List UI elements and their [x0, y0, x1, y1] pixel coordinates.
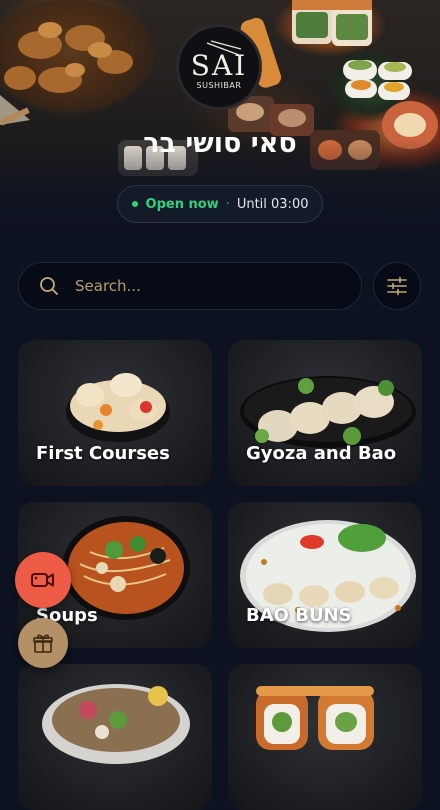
category-label: First Courses	[36, 443, 170, 464]
category-label: Gyoza and Bao	[246, 443, 397, 464]
category-card-bao-buns[interactable]: BAO BUNS	[228, 502, 422, 648]
restaurant-name: סאי סושי בר	[143, 128, 297, 159]
search-input[interactable]	[73, 276, 327, 296]
search-icon	[40, 277, 58, 295]
open-status-dot	[131, 201, 138, 207]
restaurant-logo: SAI SUSHIBAR	[176, 24, 262, 110]
bao-buns-photo	[240, 520, 416, 632]
opening-status-pill: Open now · Until 03:00	[117, 185, 323, 223]
logo-subtitle: SUSHIBAR	[196, 81, 242, 90]
gift-button[interactable]	[18, 618, 68, 668]
gift-icon	[33, 634, 53, 653]
opening-hours: Until 03:00	[236, 196, 309, 212]
status-separator: ·	[225, 196, 230, 212]
category-label: BAO BUNS	[246, 605, 352, 626]
chopsticks-icon	[206, 40, 242, 56]
video-camera-icon	[31, 573, 54, 587]
gyoza-photo	[240, 376, 416, 448]
category-card[interactable]	[18, 664, 212, 810]
salad-photo	[42, 684, 190, 764]
category-card-first-courses[interactable]: First Courses	[18, 340, 212, 486]
search-bar[interactable]	[18, 262, 362, 310]
open-status-label: Open now	[145, 196, 219, 212]
category-card-gyoza-and-bao[interactable]: Gyoza and Bao	[228, 340, 422, 486]
sushi-rolls-photo	[256, 686, 374, 750]
first-courses-photo	[66, 373, 170, 442]
category-card[interactable]	[228, 664, 422, 810]
filter-button[interactable]	[373, 262, 421, 310]
video-button[interactable]	[15, 552, 71, 608]
sliders-icon	[387, 276, 407, 296]
